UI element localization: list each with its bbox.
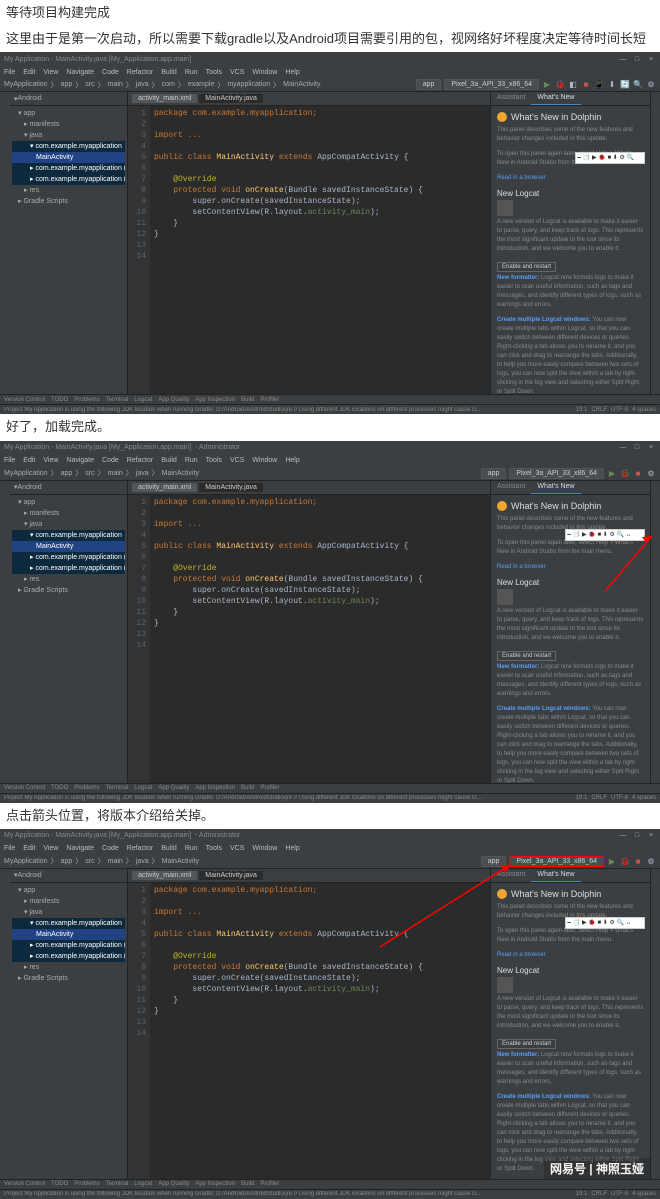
status-bar: Project My Application is using the foll…	[0, 404, 660, 414]
bb-logcat[interactable]: Logcat	[134, 397, 152, 403]
search-icon[interactable]: 🔍	[633, 80, 643, 90]
caption-3: 好了，加载完成。	[0, 414, 660, 440]
bc-app[interactable]: app	[61, 81, 73, 88]
whatsnew-tab-assistant[interactable]: Assistant	[491, 92, 531, 105]
settings-icon[interactable]: ⚙	[646, 80, 656, 90]
whatsnew-title: What's New in Dolphin	[511, 112, 601, 122]
left-tool-strip	[0, 92, 10, 394]
bb-vcs[interactable]: Version Control	[4, 397, 45, 403]
tree-res[interactable]: ▸ res	[12, 185, 125, 196]
nav-toolbar: MyApplication〉 app〉 src〉 main〉 java〉 com…	[0, 78, 660, 92]
bc-pkg[interactable]: myapplication	[227, 81, 270, 88]
tree-app[interactable]: ▾ app	[12, 108, 125, 119]
ide-shot-1: My Application - MainActivity.java [My_A…	[0, 52, 660, 414]
whatsnew-logcat-header: New Logcat	[497, 189, 644, 198]
menu-window[interactable]: Window	[252, 69, 277, 76]
project-panel: ▾ Android ▾ app ▸ manifests ▾ java ▾ com…	[10, 92, 128, 394]
menu-run[interactable]: Run	[185, 69, 198, 76]
bb-profiler[interactable]: Profiler	[260, 397, 279, 403]
sdk-icon[interactable]: ⬇	[607, 80, 617, 90]
watermark: 网易号 | 神照玉娅	[544, 1158, 650, 1179]
bc-project[interactable]: MyApplication	[4, 81, 48, 88]
qr-placeholder-1	[497, 200, 513, 216]
bulb-icon	[497, 112, 507, 122]
menu-file[interactable]: File	[4, 69, 15, 76]
run-config-app[interactable]: app	[416, 79, 442, 90]
run-config-device-highlighted[interactable]: Pixel_3a_API_33_x86_64	[509, 856, 604, 867]
tree-gradle[interactable]: ▸ Gradle Scripts	[12, 196, 125, 207]
editor: activity_main.xml MainActivity.java 1234…	[128, 92, 490, 394]
whats-new-panel: Assistant What's New What's New in Dolph…	[490, 92, 650, 394]
bb-appinspection[interactable]: App Inspection	[195, 397, 235, 403]
bb-todo[interactable]: TODO	[51, 397, 68, 403]
bc-file[interactable]: MainActivity	[283, 81, 320, 88]
stop-icon[interactable]: ■	[581, 80, 591, 90]
callout-toolbar-3: 🗕 📑 ▶ 🐞 ■ ⬇ ⚙ 🔍 ↔	[565, 917, 645, 929]
menu-view[interactable]: View	[43, 69, 58, 76]
bc-main[interactable]: main	[108, 81, 123, 88]
maximize-icon[interactable]: □	[632, 54, 642, 64]
status-enc[interactable]: UTF-8	[611, 407, 628, 413]
run-icon[interactable]: ▶	[542, 80, 552, 90]
tree-manifests[interactable]: ▸ manifests	[12, 119, 125, 130]
sync-icon[interactable]: 🔄	[620, 80, 630, 90]
whatsnew-intro: This panel describes some of the new fea…	[497, 126, 644, 144]
tree-pkg-main[interactable]: ▾ com.example.myapplication	[12, 141, 125, 152]
callout-toolbar-2: 🗕 📑 ▶ 🐞 ■ ⬇ ⚙ 🔍 ↔	[565, 529, 645, 541]
whatsnew-tab-whatsnew[interactable]: What's New	[531, 92, 580, 105]
bb-appquality[interactable]: App Quality	[158, 397, 189, 403]
ide-shot-2: My Application - MainActivity.java [My_A…	[0, 441, 660, 803]
tree-pkg-test[interactable]: ▸ com.example.myapplication (test)	[12, 174, 125, 185]
callout-toolbar-1: 🗕 📑 ▶ 🐞 ■ ⬇ ⚙ 🔍	[575, 152, 645, 164]
bottom-tool-buttons: Version Control TODO Problems Terminal L…	[0, 394, 660, 404]
tree-mainactivity[interactable]: MainActivity	[12, 152, 125, 163]
menu-code[interactable]: Code	[102, 69, 119, 76]
tree-pkg-androidtest[interactable]: ▸ com.example.myapplication (androidTest…	[12, 163, 125, 174]
profile-icon[interactable]: ◧	[568, 80, 578, 90]
status-crlf[interactable]: CRLF	[591, 407, 607, 413]
right-tool-strip-2	[650, 481, 660, 783]
ide-shot-3: My Application - MainActivity.java [My_A…	[0, 829, 660, 1199]
bc-com[interactable]: com	[162, 81, 175, 88]
tab-activity-xml[interactable]: activity_main.xml	[132, 94, 197, 103]
menu-navigate[interactable]: Navigate	[66, 69, 94, 76]
bb-terminal[interactable]: Terminal	[106, 397, 129, 403]
enable-restart-button[interactable]: Enable and restart	[497, 262, 556, 272]
caption-2: 这里由于是第一次启动，所以需要下载gradle以及Android项目需要引用的包…	[0, 26, 660, 52]
tree-java[interactable]: ▾ java	[12, 130, 125, 141]
bb-build[interactable]: Build	[241, 397, 254, 403]
titlebar: My Application - MainActivity.java [My_A…	[0, 52, 660, 66]
bc-example[interactable]: example	[188, 81, 214, 88]
menu-vcs[interactable]: VCS	[230, 69, 244, 76]
status-message: Project My Application is using the foll…	[4, 407, 484, 413]
bc-src[interactable]: src	[85, 81, 94, 88]
right-tool-strip	[650, 92, 660, 394]
line-gutter: 1234567891011121314	[128, 106, 150, 394]
status-pos[interactable]: 19:1	[576, 407, 588, 413]
window-title: My Application - MainActivity.java [My_A…	[4, 56, 191, 63]
whatsnew-logcat-body: A new version of Logcat is available to …	[497, 218, 644, 254]
code-area[interactable]: 1234567891011121314 package com.example.…	[128, 106, 490, 394]
minimize-icon[interactable]: —	[618, 54, 628, 64]
bb-problems[interactable]: Problems	[74, 397, 99, 403]
project-panel-header[interactable]: ▾ Android	[10, 92, 127, 106]
status-indent[interactable]: 4 spaces	[632, 407, 656, 413]
run-config-device[interactable]: Pixel_3a_API_33_x86_64	[444, 79, 539, 90]
bc-java[interactable]: java	[136, 81, 149, 88]
tab-mainactivity-java[interactable]: MainActivity.java	[199, 94, 263, 103]
menu-tools[interactable]: Tools	[206, 69, 222, 76]
avd-icon[interactable]: 📱	[594, 80, 604, 90]
code-text[interactable]: package com.example.myapplication; impor…	[150, 106, 427, 394]
caption-1: 等待项目构建完成	[0, 0, 660, 26]
menu-help[interactable]: Help	[285, 69, 299, 76]
whatsnew-browser-link[interactable]: Read in a browser	[497, 174, 644, 183]
menubar: File Edit View Navigate Code Refactor Bu…	[0, 66, 660, 78]
menu-refactor[interactable]: Refactor	[127, 69, 153, 76]
menu-edit[interactable]: Edit	[23, 69, 35, 76]
debug-icon[interactable]: 🐞	[555, 80, 565, 90]
menu-build[interactable]: Build	[161, 69, 177, 76]
close-icon[interactable]: ×	[646, 54, 656, 64]
caption-4: 点击箭头位置，将版本介绍给关掉。	[0, 803, 660, 829]
